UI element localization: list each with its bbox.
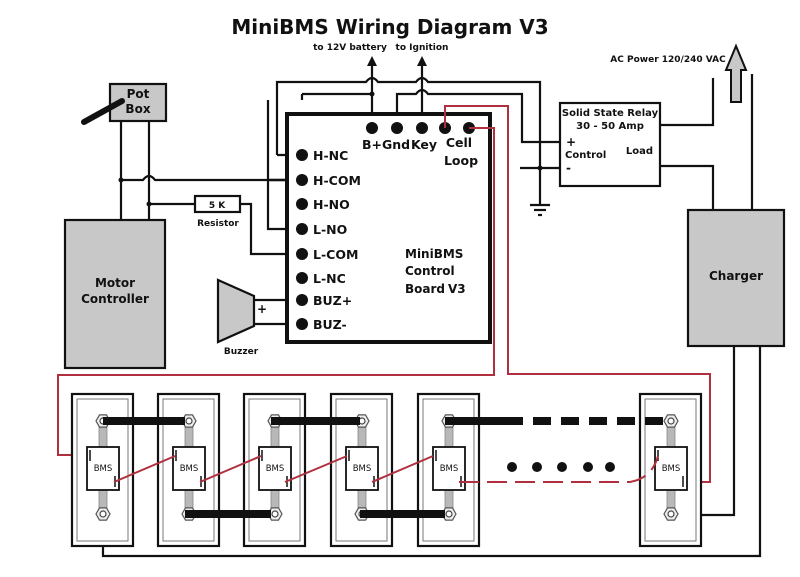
bms-module-label: BMS [94,464,113,474]
battery-cell: BMS [156,392,221,548]
bms-module-label: BMS [180,464,199,474]
relay-minus: - [566,161,571,175]
relay-load-label: Load [626,146,653,157]
board-name-2: Control [405,264,455,278]
junction-dot [369,91,375,97]
terminal-hole [271,510,279,518]
terminal-hole [667,510,675,518]
pin-lnc-dot [296,272,308,284]
bms-module-label: BMS [440,464,459,474]
relay-rating: 30 - 50 Amp [576,121,644,132]
ground-icon [530,203,550,217]
battery-cell: BMS [329,392,394,548]
wire-ground [520,166,542,205]
buzzer-plus: + [257,302,267,316]
board-version: V3 [448,282,466,296]
charger-label: Charger [709,269,763,283]
ellipsis-dots-icon [507,462,615,472]
relay-title: Solid State Relay [562,108,659,119]
pin-gnd-label: Gnd [382,137,410,152]
label-to-ignition: to Ignition [396,43,449,53]
buzzer-label: Buzzer [224,347,259,357]
board-name-3: Board [405,282,445,296]
motor-controller-label-2: Controller [81,292,149,306]
pin-key-dot [416,122,428,134]
pin-lnc-label: L-NC [313,271,346,286]
terminal-hole [445,510,453,518]
relay-control-label: Control [565,150,606,161]
bms-module-label: BMS [266,464,285,474]
buzzer-icon [216,278,256,344]
pin-gnd-dot [391,122,403,134]
ac-power-arrow-icon [724,43,748,103]
terminal-hole [99,510,107,518]
pin-hcom-dot [296,174,308,186]
resistor-label: Resistor [197,219,239,229]
pot-box-label-2: Box [125,102,150,116]
resistor-value: 5 K [209,201,226,211]
pin-buzminus-dot [296,318,308,330]
diagram-title: MiniBMS Wiring Diagram V3 [231,15,548,39]
pin-lno-dot [296,223,308,235]
label-ac-power: AC Power 120/240 VAC [610,55,726,65]
pin-key-label: Key [411,137,437,152]
battery-cell: BMS [638,392,703,548]
relay-plus: + [566,135,576,149]
wire-load-charger [660,164,715,210]
battery-cell: BMS [70,392,135,548]
pin-hno-dot [296,198,308,210]
pin-buzplus-dot [296,294,308,306]
battery-cell: BMS [416,392,481,548]
pin-hcom-label: H-COM [313,173,361,188]
pin-hno-label: H-NO [313,197,350,212]
pin-lno-label: L-NO [313,222,347,237]
pin-loop-label: Loop [444,153,478,168]
pin-buzplus-label: BUZ+ [313,293,352,308]
battery-cell: BMS [242,392,307,548]
bms-module-label: BMS [353,464,372,474]
terminal-hole [667,417,675,425]
terminal-hole [185,417,193,425]
pin-hnc-label: H-NC [313,148,348,163]
pin-bplus-dot [366,122,378,134]
pin-buzminus-label: BUZ- [313,317,347,332]
motor-controller-label-1: Motor [95,276,135,290]
pin-lcom-dot [296,248,308,260]
board-name-1: MiniBMS [405,247,463,261]
junction-dot [537,165,543,171]
pin-hnc-dot [296,149,308,161]
wire-load-ac [660,78,715,127]
pin-cell-label: Cell [446,135,472,150]
pin-lcom-label: L-COM [313,247,358,262]
wiring-diagram: MiniBMS Wiring Diagram V3 to 12V battery… [57,15,786,558]
pin-bplus-label: B+ [362,137,382,152]
bms-module-label: BMS [662,464,681,474]
pot-box-label-1: Pot [127,87,150,101]
label-to-battery: to 12V battery [313,43,387,53]
